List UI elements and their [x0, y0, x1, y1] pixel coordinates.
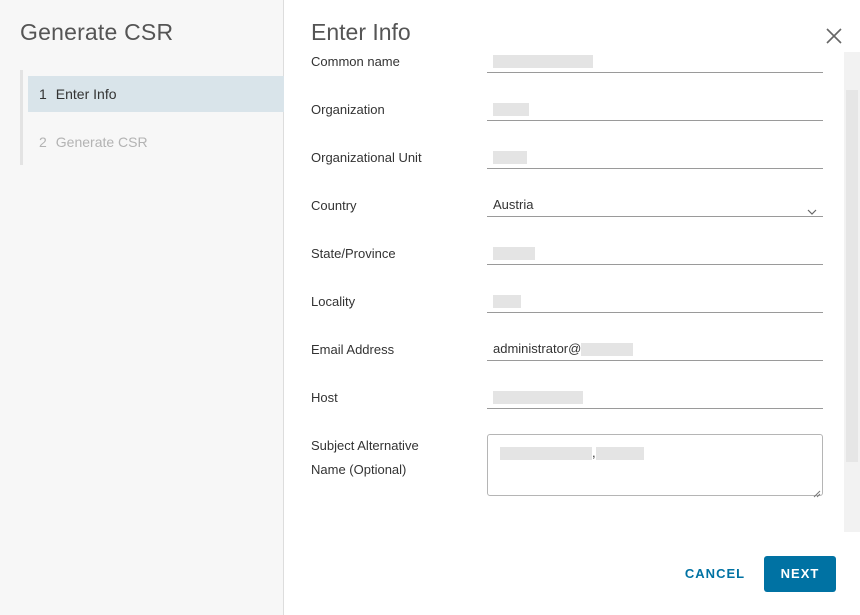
organization-label: Organization — [311, 102, 385, 117]
redacted-value — [493, 391, 583, 405]
scrollbar[interactable] — [844, 52, 860, 532]
host-label: Host — [311, 390, 338, 405]
redacted-value — [595, 447, 644, 461]
redacted-value — [493, 151, 527, 165]
wizard-content: Enter Info Common name Organization Orga… — [284, 0, 860, 615]
wizard-steps: 1 Enter Info 2 Generate CSR — [20, 70, 287, 165]
locality-input[interactable] — [487, 289, 823, 313]
common-name-input[interactable] — [487, 49, 823, 73]
step-label: Generate CSR — [55, 134, 148, 150]
state-province-label: State/Province — [311, 246, 396, 261]
redacted-value — [581, 343, 634, 357]
chevron-down-icon — [807, 200, 817, 215]
redacted-value — [493, 247, 535, 261]
step-number: 1 — [39, 86, 47, 102]
san-label: Subject Alternative Name (Optional) — [311, 434, 419, 482]
step-generate-csr[interactable]: 2 Generate CSR — [28, 124, 287, 160]
common-name-label: Common name — [311, 54, 400, 69]
country-select[interactable]: Austria — [487, 193, 823, 217]
email-address-input[interactable]: administrator@ — [487, 337, 823, 361]
wizard-title: Generate CSR — [20, 19, 174, 45]
cancel-button[interactable]: CANCEL — [677, 556, 753, 592]
next-button[interactable]: NEXT — [764, 556, 836, 592]
locality-label: Locality — [311, 294, 356, 309]
country-label: Country — [311, 198, 357, 213]
redacted-value — [493, 55, 593, 69]
redacted-value — [493, 103, 529, 117]
wizard-sidebar: Generate CSR 1 Enter Info 2 Generate CSR — [0, 0, 287, 615]
resize-grip-icon[interactable] — [813, 486, 821, 498]
email-address-value: administrator@ — [493, 341, 582, 356]
san-textarea[interactable]: , — [487, 434, 823, 498]
redacted-value — [500, 447, 592, 461]
step-label: Enter Info — [55, 86, 117, 102]
organizational-unit-label: Organizational Unit — [311, 150, 422, 165]
san-label-line1: Subject Alternative — [311, 438, 419, 453]
redacted-value — [493, 295, 521, 309]
host-input[interactable] — [487, 385, 823, 409]
close-icon[interactable] — [823, 25, 845, 47]
csr-form: Common name Organization Organizational … — [311, 0, 823, 615]
country-value: Austria — [493, 197, 534, 212]
state-province-input[interactable] — [487, 241, 823, 265]
scrollbar-thumb[interactable] — [846, 90, 858, 462]
step-number: 2 — [39, 134, 47, 150]
san-label-line2: Name (Optional) — [311, 462, 407, 477]
organization-input[interactable] — [487, 97, 823, 121]
organizational-unit-input[interactable] — [487, 145, 823, 169]
email-address-label: Email Address — [311, 342, 395, 357]
step-enter-info[interactable]: 1 Enter Info — [28, 76, 287, 112]
